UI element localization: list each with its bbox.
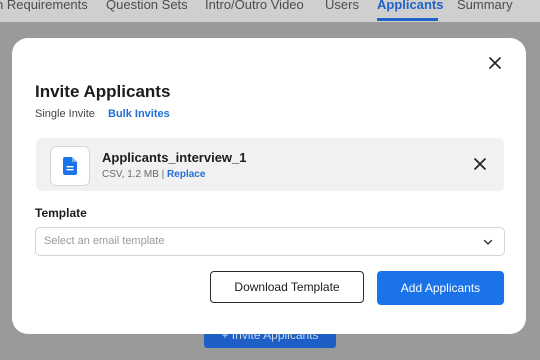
tab-applicants[interactable]: Applicants bbox=[377, 0, 443, 12]
modal-title: Invite Applicants bbox=[35, 82, 171, 101]
file-name: Applicants_interview_1 bbox=[102, 150, 247, 165]
chevron-down-icon bbox=[483, 239, 493, 245]
download-template-button[interactable]: Download Template bbox=[210, 271, 364, 303]
single-invite-tab[interactable]: Single Invite bbox=[35, 108, 95, 120]
close-modal-button[interactable] bbox=[486, 54, 504, 72]
tab-summary[interactable]: Summary bbox=[457, 0, 513, 12]
close-icon bbox=[474, 158, 486, 170]
tab-intro-outro-video[interactable]: Intro/Outro Video bbox=[205, 0, 304, 12]
template-label: Template bbox=[35, 206, 87, 220]
add-applicants-button[interactable]: Add Applicants bbox=[377, 271, 504, 305]
template-select[interactable]: Select an email template bbox=[35, 227, 505, 256]
remove-file-button[interactable] bbox=[472, 156, 488, 172]
replace-file-link[interactable]: Replace bbox=[167, 169, 205, 180]
uploaded-file-card: Applicants_interview_1 CSV, 1.2 MB | Rep… bbox=[36, 138, 504, 191]
document-icon bbox=[63, 157, 77, 175]
tab-requirements[interactable]: n Requirements bbox=[0, 0, 88, 12]
file-size-label: CSV, 1.2 MB | bbox=[102, 169, 165, 180]
tab-question-sets[interactable]: Question Sets bbox=[106, 0, 188, 12]
bulk-invites-tab[interactable]: Bulk Invites bbox=[108, 108, 170, 120]
top-navigation: n Requirements Question Sets Intro/Outro… bbox=[0, 0, 540, 22]
close-icon bbox=[489, 57, 501, 69]
template-placeholder: Select an email template bbox=[44, 235, 165, 247]
invite-applicants-modal: Invite Applicants Single Invite Bulk Inv… bbox=[12, 38, 526, 334]
file-thumbnail bbox=[50, 146, 90, 186]
file-meta: CSV, 1.2 MB | Replace bbox=[102, 169, 205, 180]
active-tab-indicator bbox=[377, 18, 438, 21]
tab-users[interactable]: Users bbox=[325, 0, 359, 12]
